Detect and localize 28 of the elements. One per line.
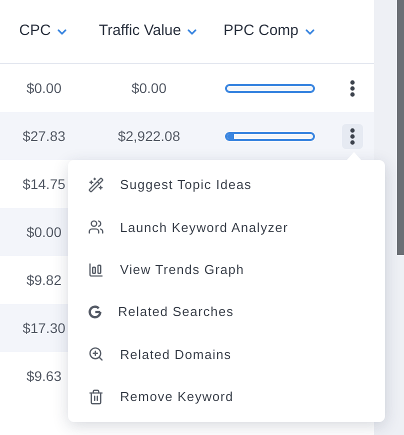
- vertical-dots-icon: [350, 128, 354, 144]
- vertical-dots-icon: [350, 80, 354, 96]
- menu-item[interactable]: Related Searches: [68, 290, 385, 334]
- menu-item[interactable]: Suggest Topic Ideas: [68, 164, 385, 206]
- table-cell-text: $9.82: [25, 270, 63, 290]
- menu-item[interactable]: Launch Keyword Analyzer: [68, 206, 385, 249]
- table-cell-text: $17.30: [22, 318, 66, 338]
- more-options-button[interactable]: [342, 124, 362, 148]
- bar-chart-icon: [88, 262, 104, 278]
- magic-wand-icon: [88, 177, 104, 194]
- menu-item[interactable]: Related Domains: [68, 333, 385, 376]
- table-cell-text: $0.00: [25, 78, 63, 98]
- column-header[interactable]: Traffic Value: [88, 20, 210, 43]
- people-icon: [88, 219, 104, 236]
- table-cell-text: $0.00: [130, 78, 168, 98]
- table-cell-text: $0.00: [25, 222, 63, 242]
- g-letter-icon: [88, 305, 102, 320]
- scrollbar-thumb[interactable]: [397, 0, 404, 255]
- menu-item[interactable]: Remove Keyword: [68, 376, 385, 418]
- column-header[interactable]: CPC: [0, 20, 88, 43]
- table-cell-text: $9.63: [25, 366, 63, 386]
- table-cell-text: $27.83: [22, 126, 66, 146]
- column-header[interactable]: PPC Comp: [210, 20, 330, 43]
- table-cell-text: $2,922.08: [116, 126, 182, 146]
- table-cell-text: $14.75: [22, 174, 66, 194]
- menu-item[interactable]: View Trends Graph: [68, 248, 385, 291]
- zoom-icon: [88, 346, 104, 362]
- trash-icon: [88, 388, 104, 405]
